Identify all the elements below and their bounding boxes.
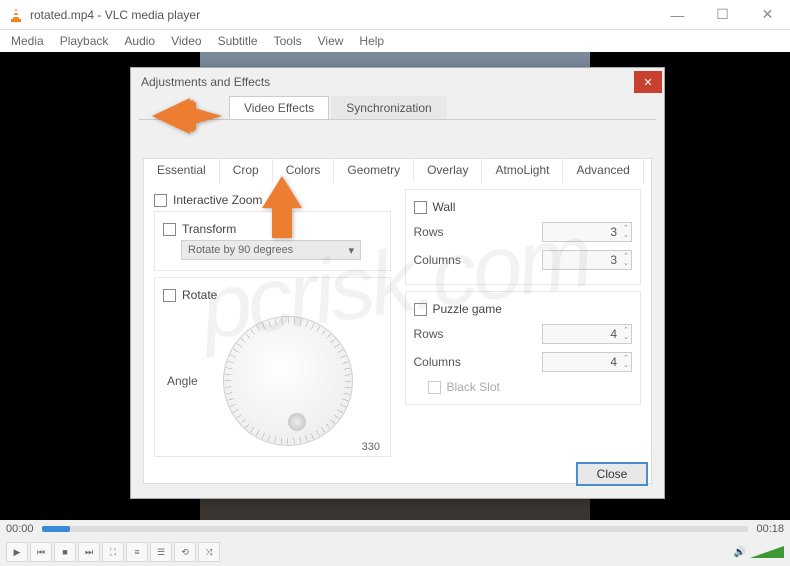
tab-video-effects[interactable]: Video Effects <box>229 96 329 119</box>
wall-rows-label: Rows <box>414 225 543 239</box>
dialog-title: Adjustments and Effects <box>141 75 634 89</box>
volume-icon[interactable]: 🔊 <box>734 547 746 558</box>
tutorial-arrow-2 <box>254 176 310 247</box>
menu-video[interactable]: Video <box>164 32 208 50</box>
angle-label: Angle <box>167 374 213 388</box>
fullscreen-button[interactable]: ⛶ <box>102 542 124 562</box>
play-button[interactable]: ▶ <box>6 542 28 562</box>
transform-checkbox[interactable] <box>163 223 176 236</box>
wall-rows-spinner[interactable]: 3 <box>542 222 632 242</box>
wall-label: Wall <box>433 200 456 214</box>
tutorial-arrow-1 <box>152 94 222 143</box>
close-button[interactable]: Close <box>576 462 648 486</box>
prev-button[interactable]: ⏮ <box>30 542 52 562</box>
puzzle-columns-label: Columns <box>414 355 543 369</box>
menu-tools[interactable]: Tools <box>267 32 309 50</box>
subtab-advanced[interactable]: Advanced <box>563 159 643 183</box>
rotate-checkbox[interactable] <box>163 289 176 302</box>
puzzle-rows-spinner[interactable]: 4 <box>542 324 632 344</box>
blackslot-label: Black Slot <box>447 380 500 394</box>
transform-label: Transform <box>182 222 236 236</box>
window-maximize-button[interactable]: ☐ <box>700 0 745 30</box>
puzzle-label: Puzzle game <box>433 302 502 316</box>
menu-playback[interactable]: Playback <box>53 32 116 50</box>
volume-slider[interactable] <box>750 546 784 558</box>
tab-synchronization[interactable]: Synchronization <box>331 96 446 119</box>
wall-columns-label: Columns <box>414 253 543 267</box>
wall-columns-spinner[interactable]: 3 <box>542 250 632 270</box>
vlc-cone-icon <box>8 7 24 23</box>
window-title: rotated.mp4 - VLC media player <box>30 8 655 22</box>
next-button[interactable]: ⏭ <box>78 542 100 562</box>
interactive-zoom-label: Interactive Zoom <box>173 193 262 207</box>
interactive-zoom-checkbox[interactable] <box>154 194 167 207</box>
puzzle-checkbox[interactable] <box>414 303 427 316</box>
subtab-geometry[interactable]: Geometry <box>334 159 414 183</box>
subtab-essential[interactable]: Essential <box>144 159 220 183</box>
angle-dial[interactable]: 330 <box>223 316 353 446</box>
stop-button[interactable]: ■ <box>54 542 76 562</box>
seek-track[interactable] <box>42 526 749 532</box>
dial-handle[interactable] <box>288 413 306 431</box>
menu-help[interactable]: Help <box>352 32 391 50</box>
subtab-atmolight[interactable]: AtmoLight <box>482 159 563 183</box>
chevron-down-icon: ▾ <box>348 244 354 257</box>
blackslot-checkbox[interactable] <box>428 381 441 394</box>
settings-button[interactable]: ≡ <box>126 542 148 562</box>
menu-subtitle[interactable]: Subtitle <box>211 32 265 50</box>
shuffle-button[interactable]: ⤨ <box>198 542 220 562</box>
subtab-overlay[interactable]: Overlay <box>414 159 482 183</box>
puzzle-rows-label: Rows <box>414 327 543 341</box>
window-minimize-button[interactable]: — <box>655 0 700 30</box>
window-titlebar: rotated.mp4 - VLC media player — ☐ ✕ <box>0 0 790 30</box>
puzzle-columns-spinner[interactable]: 4 <box>542 352 632 372</box>
menu-audio[interactable]: Audio <box>117 32 162 50</box>
dialog-close-button[interactable]: ✕ <box>634 71 662 93</box>
player-controls: ▶ ⏮ ■ ⏭ ⛶ ≡ ☰ ⟲ ⤨ 🔊 <box>0 538 790 566</box>
time-current: 00:00 <box>6 523 34 535</box>
seek-progress <box>42 526 70 532</box>
playlist-button[interactable]: ☰ <box>150 542 172 562</box>
menubar: Media Playback Audio Video Subtitle Tool… <box>0 30 790 52</box>
menu-media[interactable]: Media <box>4 32 51 50</box>
seek-bar: 00:00 00:18 <box>0 520 790 538</box>
wall-checkbox[interactable] <box>414 201 427 214</box>
rotate-label: Rotate <box>182 288 217 302</box>
menu-view[interactable]: View <box>311 32 351 50</box>
window-close-button[interactable]: ✕ <box>745 0 790 30</box>
angle-value: 330 <box>362 441 380 453</box>
loop-button[interactable]: ⟲ <box>174 542 196 562</box>
time-total: 00:18 <box>756 523 784 535</box>
